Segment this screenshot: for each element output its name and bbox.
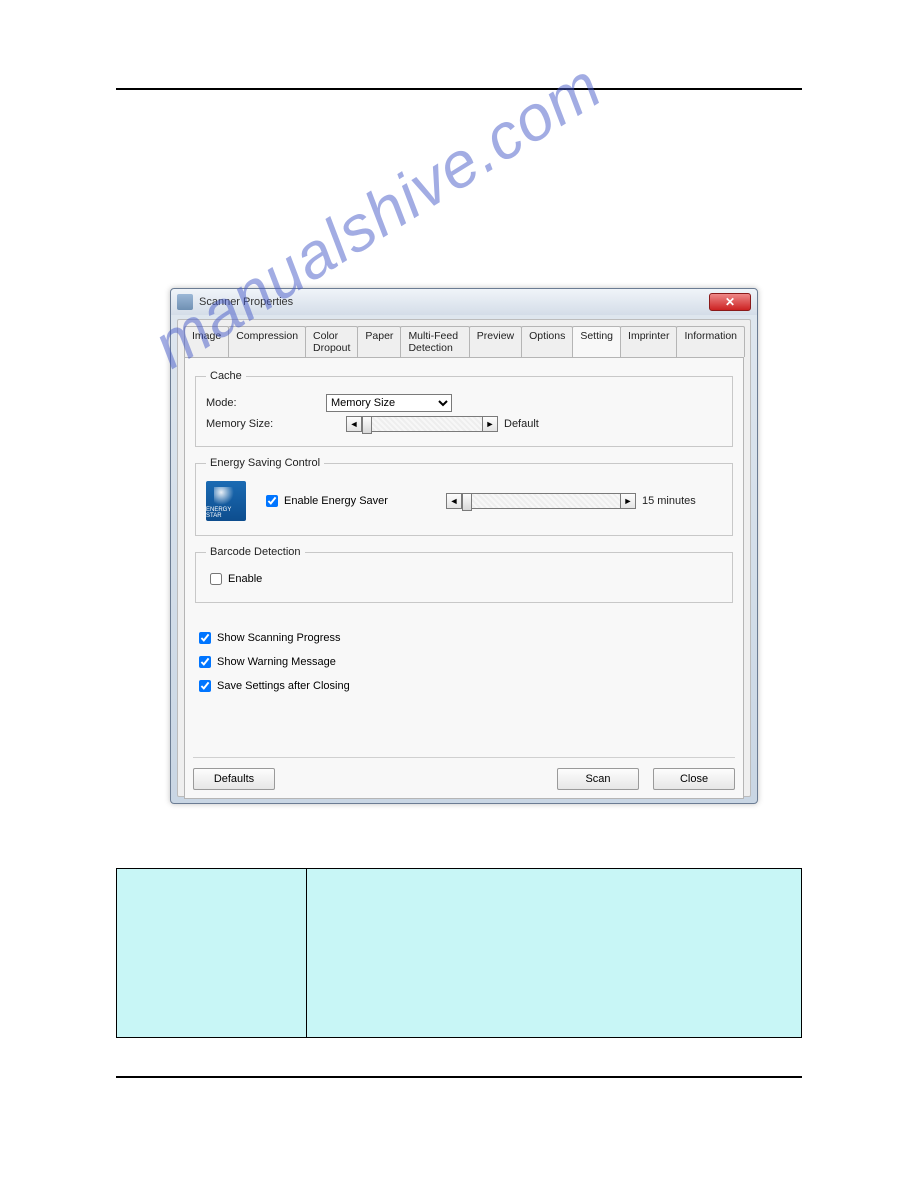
- slider-left-arrow-icon[interactable]: ◄: [446, 493, 462, 509]
- info-cell-b: [307, 869, 802, 1038]
- tab-label: Multi-Feed Detection: [408, 330, 458, 354]
- energy-star-caption: ENERGY STAR: [206, 507, 246, 519]
- show-warning-message-checkbox[interactable]: [199, 656, 211, 668]
- dialog-button-bar: Defaults Scan Close: [193, 757, 735, 790]
- group-energy-legend: Energy Saving Control: [206, 457, 324, 469]
- cache-memory-label: Memory Size:: [206, 418, 326, 430]
- tab-row: Image Compression Color Dropout Paper Mu…: [178, 320, 750, 357]
- memory-size-slider[interactable]: ◄ ►: [346, 416, 498, 432]
- window-close-button[interactable]: ✕: [709, 293, 751, 311]
- tab-label: Setting: [580, 330, 613, 342]
- tab-label: Image: [192, 330, 221, 342]
- enable-energy-saver-label: Enable Energy Saver: [284, 495, 388, 507]
- tab-label: Compression: [236, 330, 298, 342]
- scan-button[interactable]: Scan: [557, 768, 639, 790]
- enable-energy-saver-checkbox[interactable]: [266, 495, 278, 507]
- group-cache: Cache Mode: Memory Size Memory Size: ◄ ►: [195, 370, 733, 447]
- tab-panel-setting: Cache Mode: Memory Size Memory Size: ◄ ►: [184, 357, 744, 799]
- defaults-button[interactable]: Defaults: [193, 768, 275, 790]
- page-divider-bottom: [116, 1076, 802, 1078]
- memory-slider-after: Default: [504, 418, 539, 430]
- slider-right-arrow-icon[interactable]: ►: [482, 416, 498, 432]
- close-button[interactable]: Close: [653, 768, 735, 790]
- page-divider-top: [116, 88, 802, 90]
- close-icon: ✕: [725, 295, 735, 309]
- dialog-window: Scanner Properties ✕ Image Compression C…: [170, 288, 758, 804]
- tab-label: Paper: [365, 330, 393, 342]
- group-barcode: Barcode Detection Enable: [195, 546, 733, 603]
- tab-setting[interactable]: Setting: [572, 326, 621, 357]
- tab-imprinter[interactable]: Imprinter: [620, 326, 677, 357]
- group-energy: Energy Saving Control ENERGY STAR Enable…: [195, 457, 733, 536]
- info-table: [116, 868, 802, 1038]
- tab-compression[interactable]: Compression: [228, 326, 306, 357]
- show-scanning-progress-checkbox[interactable]: [199, 632, 211, 644]
- energy-star-icon: ENERGY STAR: [206, 481, 246, 521]
- energy-slider-after: 15 minutes: [642, 495, 696, 507]
- misc-check-list: Show Scanning Progress Show Warning Mess…: [195, 629, 733, 695]
- window-title: Scanner Properties: [199, 296, 709, 308]
- tab-label: Color Dropout: [313, 330, 350, 354]
- app-icon: [177, 294, 193, 310]
- titlebar: Scanner Properties ✕: [171, 289, 757, 315]
- tab-color-dropout[interactable]: Color Dropout: [305, 326, 358, 357]
- show-scanning-progress-label: Show Scanning Progress: [217, 632, 341, 644]
- tab-label: Information: [684, 330, 737, 342]
- tab-label: Options: [529, 330, 565, 342]
- slider-thumb[interactable]: [462, 493, 472, 511]
- save-settings-checkbox[interactable]: [199, 680, 211, 692]
- barcode-enable-label: Enable: [228, 573, 262, 585]
- cache-mode-label: Mode:: [206, 397, 326, 409]
- info-cell-a: [117, 869, 307, 1038]
- group-barcode-legend: Barcode Detection: [206, 546, 305, 558]
- tab-preview[interactable]: Preview: [469, 326, 522, 357]
- tab-multifeed[interactable]: Multi-Feed Detection: [400, 326, 469, 357]
- energy-time-slider[interactable]: ◄ ►: [446, 493, 636, 509]
- save-settings-label: Save Settings after Closing: [217, 680, 350, 692]
- window-content: Image Compression Color Dropout Paper Mu…: [177, 319, 751, 797]
- tab-paper[interactable]: Paper: [357, 326, 401, 357]
- slider-thumb[interactable]: [362, 416, 372, 434]
- cache-mode-select[interactable]: Memory Size: [326, 394, 452, 412]
- tab-options[interactable]: Options: [521, 326, 573, 357]
- slider-right-arrow-icon[interactable]: ►: [620, 493, 636, 509]
- group-cache-legend: Cache: [206, 370, 246, 382]
- barcode-enable-checkbox[interactable]: [210, 573, 222, 585]
- tab-image[interactable]: Image: [184, 326, 229, 357]
- tab-label: Imprinter: [628, 330, 669, 342]
- tab-label: Preview: [477, 330, 514, 342]
- tab-information[interactable]: Information: [676, 326, 745, 357]
- slider-left-arrow-icon[interactable]: ◄: [346, 416, 362, 432]
- show-warning-message-label: Show Warning Message: [217, 656, 336, 668]
